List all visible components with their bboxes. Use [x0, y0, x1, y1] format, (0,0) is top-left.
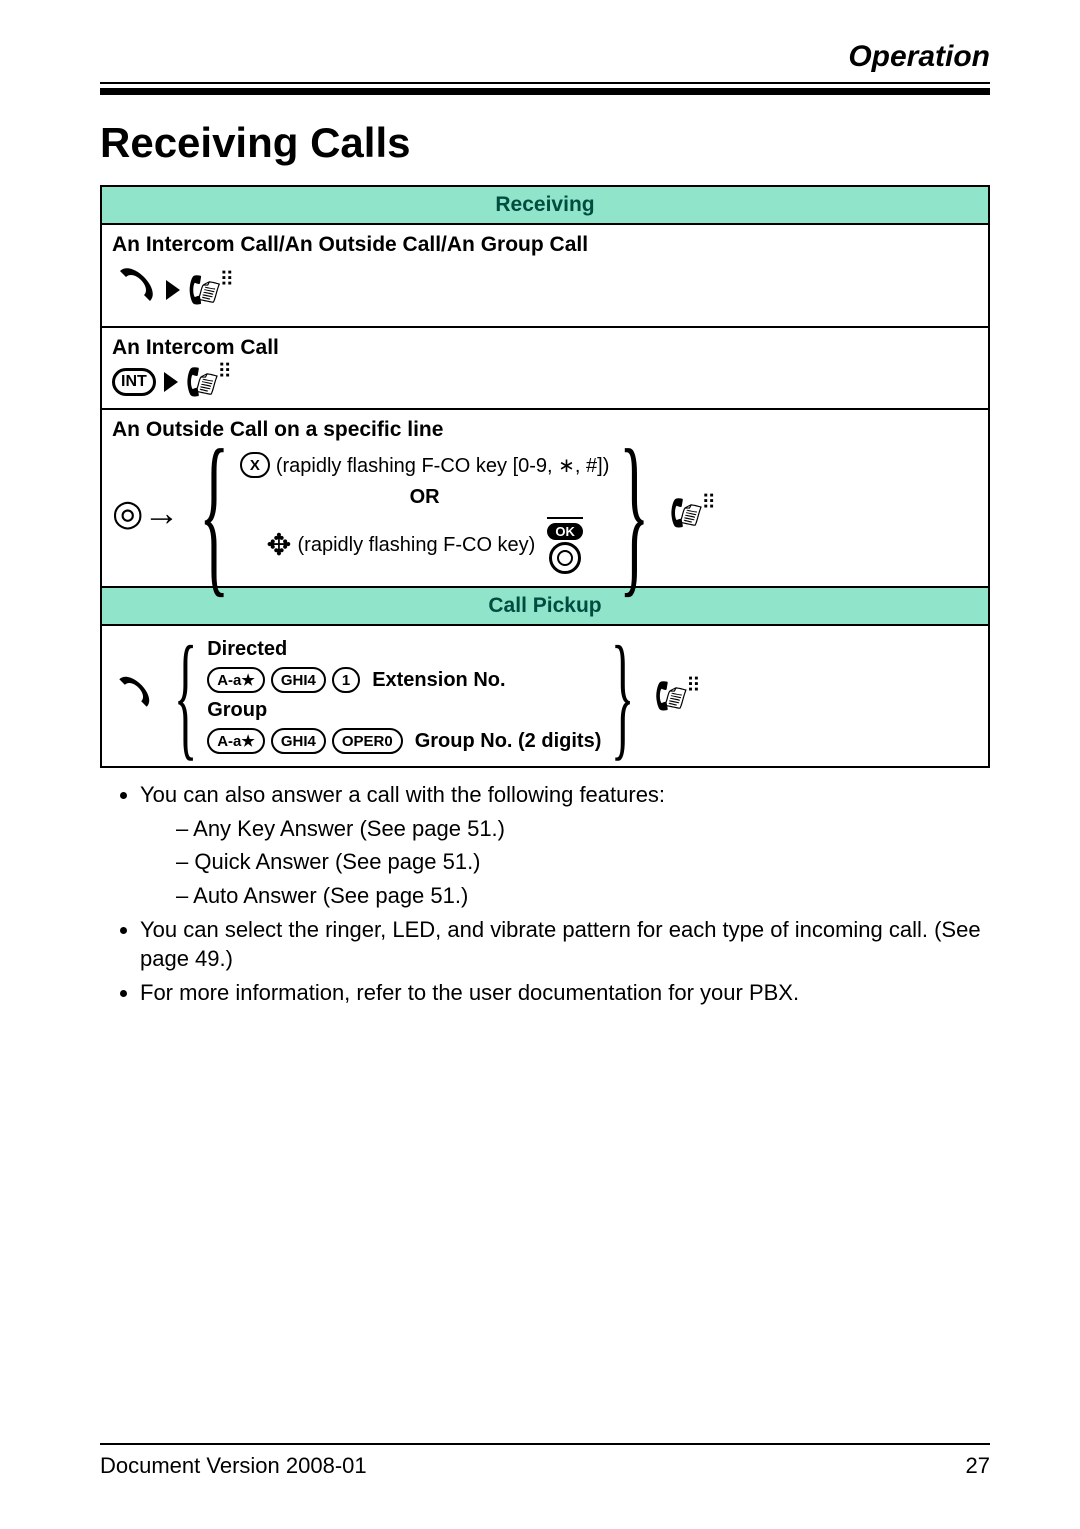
center-knob-icon — [549, 542, 581, 574]
doc-version: Document Version 2008-01 — [100, 1453, 367, 1479]
receiving-header: Receiving — [101, 186, 989, 224]
option-fco-number: X (rapidly flashing F-CO key [0-9, ∗, #]… — [240, 452, 610, 478]
arrow-icon — [166, 280, 180, 300]
label-intercom-outside-group: An Intercom Call/An Outside Call/An Grou… — [112, 233, 978, 257]
instruction-table: Receiving An Intercom Call/An Outside Ca… — [100, 185, 990, 768]
option-fco-nav: ✥ (rapidly flashing F-CO key) OK — [266, 517, 582, 574]
ok-or-center: OK — [547, 517, 583, 574]
rapid-text-2: (rapidly flashing F-CO key) — [298, 534, 536, 557]
offhook-icon — [112, 672, 154, 721]
page: Operation Receiving Calls Receiving An I… — [0, 0, 1080, 1529]
key-ghi4: GHI4 — [271, 667, 326, 693]
note-ringer: You can select the ringer, LED, and vibr… — [140, 915, 990, 974]
page-title: Receiving Calls — [100, 119, 990, 167]
or-label: OR — [410, 486, 440, 509]
navigate-icon: ✥ — [266, 531, 291, 561]
page-number: 27 — [966, 1453, 990, 1479]
note-sublist: Any Key Answer (See page 51.) Quick Answ… — [140, 814, 990, 911]
call-pickup-header: Call Pickup — [101, 587, 989, 625]
int-key-icon: INT — [112, 368, 156, 396]
label-intercom: An Intercom Call — [112, 336, 978, 360]
cell-outside-specific: An Outside Call on a specific line ◎→ { … — [101, 409, 989, 587]
options-outside: X (rapidly flashing F-CO key [0-9, ∗, #]… — [240, 452, 610, 574]
note-item-1: Any Key Answer (See page 51.) — [176, 814, 990, 844]
key-ghi4: GHI4 — [271, 728, 326, 754]
notes-block: You can also answer a call with the foll… — [100, 780, 990, 1012]
key-star: A-a★ — [207, 728, 265, 754]
steps-row-2: INT 🕼⠿ — [112, 366, 978, 398]
talk-icon: 🕼⠿ — [670, 497, 716, 529]
rapid-text-1: (rapidly flashing F-CO key [0-9, ∗, #]) — [276, 453, 610, 478]
note-pbx: For more information, refer to the user … — [140, 978, 990, 1008]
section-header: Operation — [100, 40, 990, 84]
talk-icon: 🕼⠿ — [188, 274, 234, 306]
note-intro: You can also answer a call with the foll… — [140, 780, 990, 911]
label-outside-specific: An Outside Call on a specific line — [112, 418, 978, 442]
talk-icon: 🕼⠿ — [655, 680, 701, 712]
offhook-icon — [112, 263, 158, 316]
cell-intercom-outside-group: An Intercom Call/An Outside Call/An Grou… — [101, 224, 989, 327]
note-intro-text: You can also answer a call with the foll… — [140, 782, 665, 807]
group-keys: A-a★ GHI4 OPER0 Group No. (2 digits) — [207, 728, 601, 754]
options-pickup: Directed A-a★ GHI4 1 Extension No. Group… — [207, 638, 601, 754]
x-key-icon: X — [240, 452, 270, 478]
directed-label: Directed — [207, 638, 287, 661]
group-no-label: Group No. (2 digits) — [415, 730, 602, 753]
steps-row-4: { Directed A-a★ GHI4 1 Extension No. Gro… — [112, 638, 978, 754]
directed-keys: A-a★ GHI4 1 Extension No. — [207, 667, 505, 693]
cell-call-pickup: { Directed A-a★ GHI4 1 Extension No. Gro… — [101, 625, 989, 767]
key-1: 1 — [332, 667, 360, 693]
arrow-icon — [164, 372, 178, 392]
steps-row-3: ◎→ { X (rapidly flashing F-CO key [0-9, … — [112, 452, 978, 574]
header-rule — [100, 88, 990, 95]
note-item-2: Quick Answer (See page 51.) — [176, 847, 990, 877]
key-oper0: OPER0 — [332, 728, 403, 754]
key-star: A-a★ — [207, 667, 265, 693]
group-label: Group — [207, 699, 267, 722]
page-footer: Document Version 2008-01 27 — [100, 1443, 990, 1479]
cell-intercom: An Intercom Call INT 🕼⠿ — [101, 327, 989, 409]
ok-key-icon: OK — [547, 523, 583, 540]
center-key-icon: ◎→ — [112, 495, 179, 531]
note-item-3: Auto Answer (See page 51.) — [176, 881, 990, 911]
talk-icon: 🕼⠿ — [186, 366, 232, 398]
ext-no-label: Extension No. — [372, 669, 505, 692]
steps-row-1: 🕼⠿ — [112, 263, 978, 316]
